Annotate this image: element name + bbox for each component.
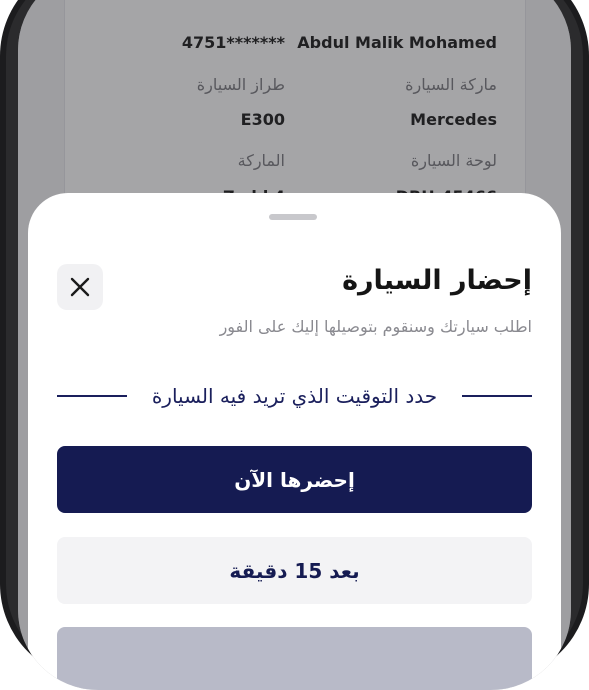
sheet-title: إحضار السيارة [342, 265, 532, 296]
bring-car-sheet: إحضار السيارة اطلب سيارتك وسنقوم بتوصيله… [28, 193, 561, 690]
bring-now-button[interactable]: إحضرها الآن [57, 446, 532, 513]
phone-side-button [0, 200, 4, 270]
section-title: حدد التوقيت الذي تريد فيه السيارة [151, 384, 438, 408]
after-15-minutes-button[interactable]: بعد 15 دقيقة [57, 537, 532, 604]
close-button[interactable] [57, 264, 103, 310]
time-option-button[interactable] [57, 627, 532, 690]
phone-side-button [0, 120, 4, 160]
close-icon [70, 277, 90, 297]
phone-side-button [585, 250, 589, 360]
sheet-drag-handle[interactable] [269, 214, 317, 220]
phone-screen: Abdul Malik Mohamed 4751******* ماركة ال… [18, 0, 571, 690]
section-divider: حدد التوقيت الذي تريد فيه السيارة [57, 381, 532, 411]
sheet-subtitle: اطلب سيارتك وسنقوم بتوصيلها إليك على الف… [219, 317, 532, 336]
